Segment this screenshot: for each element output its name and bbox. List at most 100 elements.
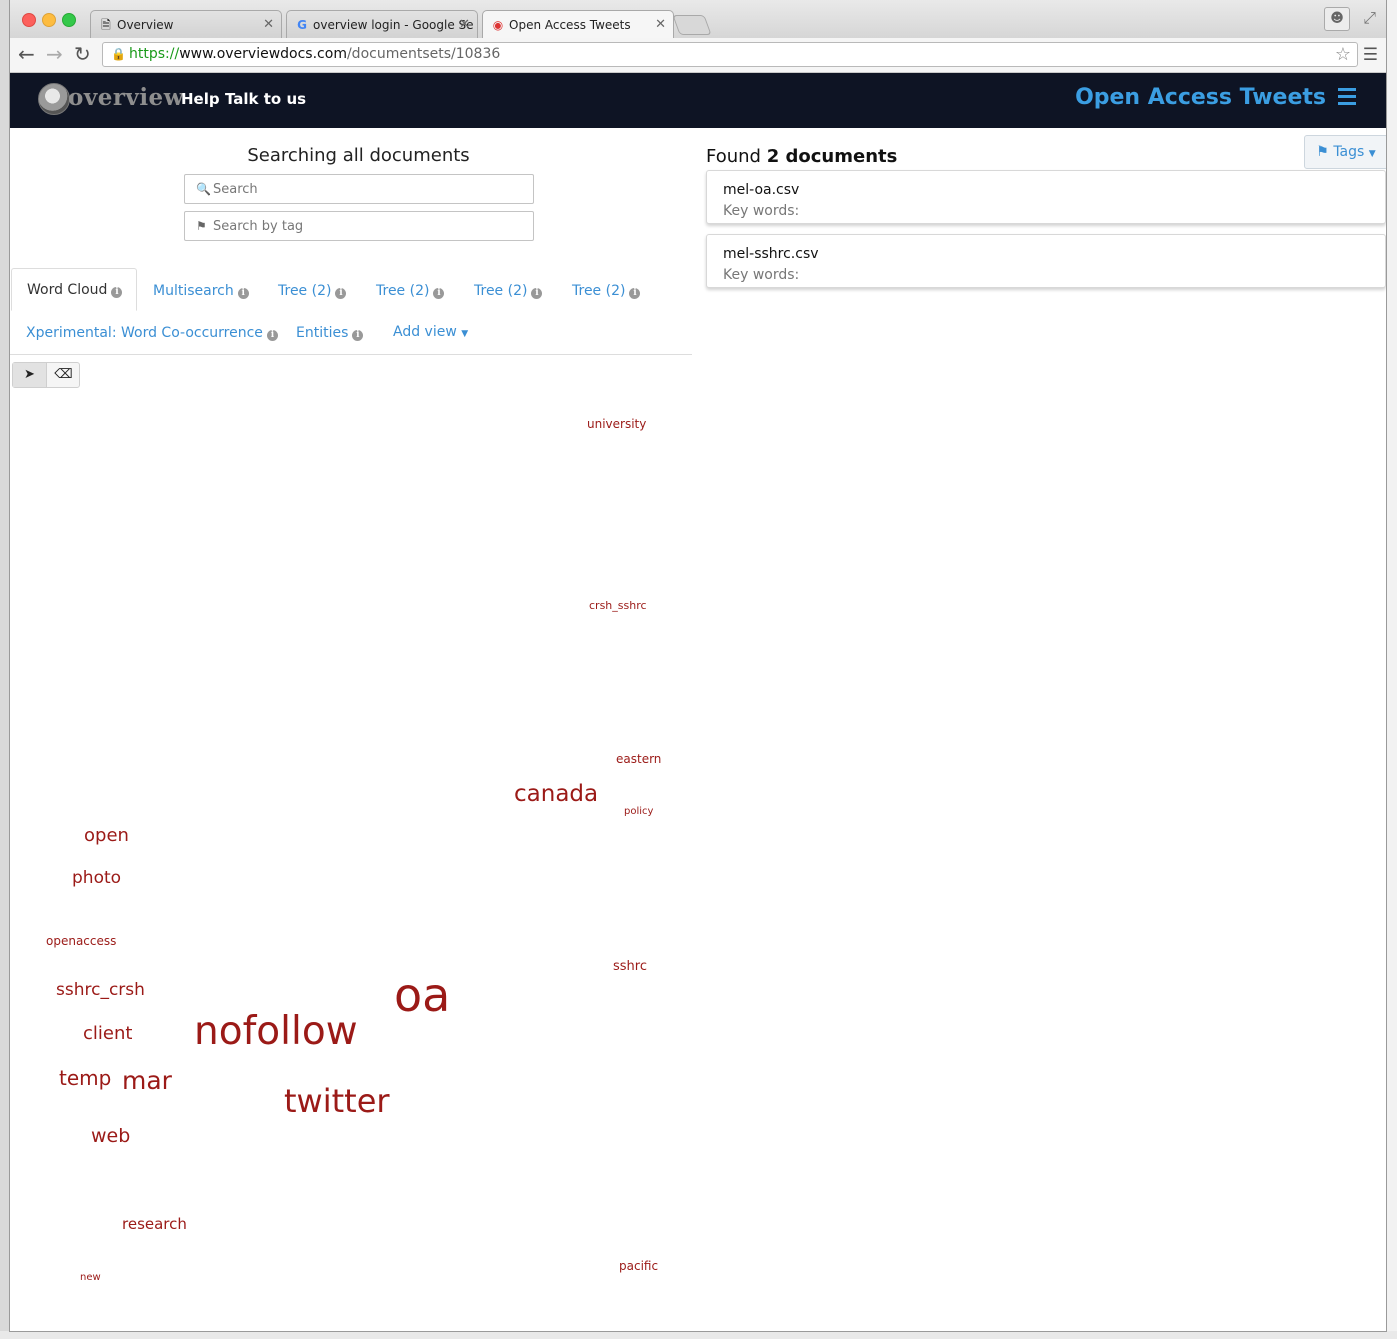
- browser-tab-google[interactable]: G overview login - Google Se ✕: [286, 10, 478, 39]
- word-cloud: university crsh_sshrc eastern canada pol…: [10, 398, 692, 1328]
- info-icon[interactable]: i: [629, 288, 641, 299]
- overview-favicon-icon: ◉: [492, 18, 504, 32]
- document-set-title[interactable]: Open Access Tweets: [1075, 85, 1326, 110]
- word-cloud-word[interactable]: sshrc_crsh: [56, 982, 145, 999]
- browser-menu-icon[interactable]: ☰: [1363, 46, 1378, 64]
- view-tabs: Word Cloud i Multisearch i Tree (2) i Tree …: [10, 268, 692, 355]
- close-tab-icon[interactable]: ✕: [655, 11, 666, 39]
- tab-label: Tree (2): [376, 283, 430, 299]
- right-panel: Found 2 documents ⚑ Tags ▼ mel-oa.csv Ke…: [706, 128, 1386, 1331]
- tags-button-label: Tags: [1333, 144, 1365, 160]
- search-input[interactable]: [213, 178, 523, 200]
- document-list-item[interactable]: mel-oa.csv Key words:: [706, 170, 1386, 224]
- address-bar[interactable]: 🔒 https://www.overviewdocs.com/documents…: [102, 42, 1358, 67]
- info-icon[interactable]: i: [266, 330, 278, 341]
- word-cloud-word[interactable]: photo: [72, 870, 121, 887]
- document-title: mel-oa.csv: [723, 182, 800, 198]
- tags-dropdown-button[interactable]: ⚑ Tags ▼: [1304, 135, 1386, 169]
- word-cloud-word[interactable]: mar: [122, 1068, 172, 1093]
- document-list-item[interactable]: mel-sshrc.csv Key words:: [706, 234, 1386, 288]
- hamburger-menu-icon[interactable]: [1338, 88, 1356, 106]
- tab-tree-2[interactable]: Tree (2) i: [376, 282, 445, 300]
- forward-arrow-icon[interactable]: →: [46, 43, 63, 65]
- help-link[interactable]: Help: [181, 90, 220, 108]
- reload-icon[interactable]: ↻: [74, 43, 91, 65]
- browser-tab-open-access-tweets[interactable]: ◉ Open Access Tweets ✕: [482, 10, 674, 40]
- word-cloud-word[interactable]: temp: [59, 1068, 111, 1088]
- tab-label: Word Cloud: [27, 282, 108, 298]
- profile-icon[interactable]: ☻: [1324, 7, 1350, 31]
- browser-tab-overview[interactable]: 🗎 Overview ✕: [90, 10, 282, 39]
- document-keywords: Key words:: [723, 267, 800, 283]
- document-title: mel-sshrc.csv: [723, 246, 819, 262]
- info-icon[interactable]: i: [237, 288, 249, 299]
- browser-toolbar: ← → ↻ 🔒 https://www.overviewdocs.com/doc…: [10, 38, 1386, 73]
- word-cloud-word[interactable]: canada: [514, 783, 598, 806]
- new-tab-button[interactable]: [672, 15, 712, 35]
- tab-multisearch[interactable]: Multisearch i: [153, 282, 249, 300]
- left-panel: Searching all documents 🔍 ⚑ Word Cloudi …: [10, 128, 692, 1331]
- word-cloud-word[interactable]: university: [587, 418, 646, 430]
- eraser-icon[interactable]: ⌫: [47, 363, 80, 387]
- minimize-window-button[interactable]: [42, 13, 56, 27]
- word-cloud-word[interactable]: pacific: [619, 1260, 658, 1272]
- fullscreen-icon[interactable]: ⤢: [1363, 8, 1376, 28]
- tab-entities[interactable]: Entities i: [296, 324, 364, 342]
- lock-icon: 🔒: [111, 47, 126, 61]
- search-heading: Searching all documents: [247, 145, 470, 166]
- tag-search-input[interactable]: [213, 215, 523, 237]
- zoom-window-button[interactable]: [62, 13, 76, 27]
- desktop-background-bottom: [0, 1331, 1397, 1339]
- word-cloud-word[interactable]: oa: [394, 972, 450, 1018]
- word-cloud-word[interactable]: crsh_sshrc: [589, 600, 647, 611]
- search-field[interactable]: 🔍: [184, 174, 534, 204]
- word-cloud-word[interactable]: research: [122, 1217, 187, 1232]
- document-icon: 🗎: [101, 18, 111, 32]
- tab-label: Tree (2): [474, 283, 528, 299]
- info-icon[interactable]: i: [531, 288, 543, 299]
- tab-tree-1[interactable]: Tree (2) i: [278, 282, 347, 300]
- info-icon[interactable]: i: [433, 288, 445, 299]
- tab-label: Tree (2): [278, 283, 332, 299]
- url-path: /documentsets/10836: [346, 46, 501, 62]
- word-cloud-word[interactable]: new: [80, 1273, 101, 1283]
- word-cloud-word[interactable]: eastern: [616, 753, 661, 765]
- document-keywords: Key words:: [723, 203, 800, 219]
- browser-tab-strip: 🗎 Overview ✕ G overview login - Google S…: [10, 0, 1386, 40]
- tab-label: Multisearch: [153, 283, 234, 299]
- app-navbar: overview Help Talk to us Open Access Twe…: [10, 73, 1386, 128]
- word-cloud-word[interactable]: twitter: [284, 1085, 390, 1117]
- word-cloud-word[interactable]: sshrc: [613, 960, 647, 973]
- tag-icon: ⚑: [196, 219, 207, 233]
- select-tool-icon[interactable]: ➤: [13, 363, 47, 387]
- tab-tree-3[interactable]: Tree (2) i: [474, 282, 543, 300]
- word-cloud-word[interactable]: nofollow: [194, 1012, 358, 1051]
- tab-title: Overview: [117, 18, 174, 32]
- close-tab-icon[interactable]: ✕: [459, 11, 470, 39]
- info-icon[interactable]: i: [111, 287, 123, 298]
- info-icon[interactable]: i: [335, 288, 347, 299]
- tab-title: overview login - Google Se: [313, 18, 474, 32]
- talk-to-us-link[interactable]: Talk to us: [225, 90, 306, 108]
- search-icon: 🔍: [196, 182, 211, 196]
- close-window-button[interactable]: [22, 13, 36, 27]
- add-view-dropdown[interactable]: Add view ▼: [393, 323, 468, 343]
- tab-tree-4[interactable]: Tree (2) i: [572, 282, 641, 300]
- tag-icon: ⚑: [1316, 144, 1329, 160]
- word-cloud-word[interactable]: web: [91, 1127, 130, 1146]
- info-icon[interactable]: i: [352, 330, 364, 341]
- brand-name: overview: [68, 84, 184, 111]
- word-cloud-word[interactable]: client: [83, 1025, 132, 1043]
- tag-search-field[interactable]: ⚑: [184, 211, 534, 241]
- word-cloud-word[interactable]: open: [84, 827, 129, 845]
- close-tab-icon[interactable]: ✕: [263, 11, 274, 39]
- word-cloud-word[interactable]: policy: [624, 807, 653, 817]
- tab-word-cooccurrence[interactable]: Xperimental: Word Co-occurrence i: [26, 324, 278, 342]
- tab-word-cloud[interactable]: Word Cloud i: [11, 268, 138, 311]
- tab-label: Xperimental: Word Co-occurrence: [26, 325, 263, 341]
- word-cloud-word[interactable]: openaccess: [46, 935, 116, 947]
- back-arrow-icon[interactable]: ←: [18, 43, 35, 65]
- google-icon: G: [297, 18, 307, 32]
- bookmark-star-icon[interactable]: ☆: [1335, 43, 1351, 66]
- browser-window: 🗎 Overview ✕ G overview login - Google S…: [10, 0, 1386, 1331]
